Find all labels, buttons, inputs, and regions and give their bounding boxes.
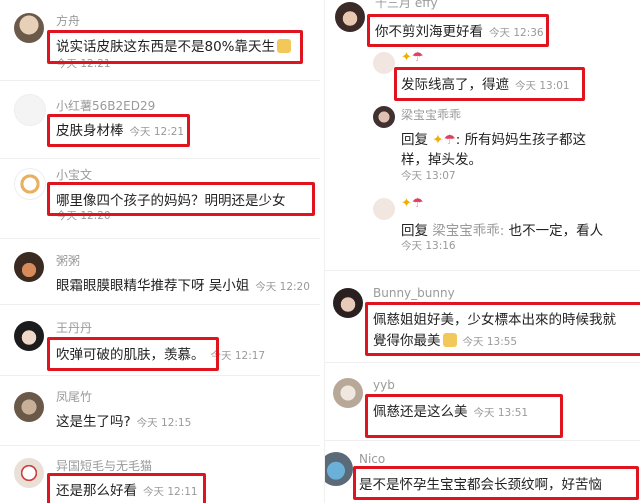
comment-time: 今天 12:20: [255, 281, 310, 293]
author-avatar[interactable]: [373, 198, 395, 220]
comment-author[interactable]: 小宝文: [56, 166, 92, 183]
avatar[interactable]: [14, 13, 44, 43]
divider: [0, 238, 320, 239]
comment-author[interactable]: 梁宝宝乖乖: [401, 106, 461, 123]
highlight-box: [353, 466, 639, 500]
comment-text: 回复 ✦☂: 所有妈妈生孩子都这: [401, 132, 587, 148]
reply-target[interactable]: 梁宝宝乖乖:: [432, 223, 504, 239]
avatar[interactable]: [14, 252, 44, 282]
comment-author[interactable]: 十三月 effy: [375, 0, 438, 11]
comment-text-cont: 样，掉头发。: [401, 152, 482, 168]
sparkle-rainbow-icon: ✦☂: [401, 50, 424, 65]
comment-author[interactable]: 方舟: [56, 12, 80, 29]
avatar[interactable]: [325, 452, 353, 486]
comment-time: 今天 13:07: [401, 170, 456, 182]
highlight-box: [47, 182, 315, 216]
avatar[interactable]: [14, 458, 44, 488]
sparkle-rainbow-icon: ✦☂: [401, 196, 424, 211]
highlight-box: [47, 30, 303, 64]
comment-author[interactable]: 王丹丹: [56, 319, 92, 336]
right-comment-list: 十三月 effy 你不剪刘海更好看 今天 12:36 ✦☂ 发际线高了，得遮 今天 …: [324, 0, 640, 503]
comment-author[interactable]: 粥粥: [56, 252, 80, 269]
comment-author[interactable]: Bunny_bunny: [373, 286, 455, 300]
comment-text: 眼霜眼膜眼精华推荐下呀 吴小姐 今天 12:20: [56, 278, 310, 294]
highlight-box: [47, 114, 190, 147]
divider: [0, 445, 320, 446]
avatar[interactable]: [333, 378, 363, 408]
comment-author[interactable]: yyb: [373, 378, 395, 392]
divider: [325, 270, 640, 271]
highlight-box: [47, 337, 219, 371]
highlight-box: [365, 394, 563, 438]
comment-author[interactable]: 小红薯56B2ED29: [56, 97, 155, 114]
avatar[interactable]: [14, 392, 44, 422]
comment-time: 今天 12:15: [136, 417, 192, 429]
avatar[interactable]: [14, 168, 46, 200]
divider: [0, 375, 320, 376]
avatar[interactable]: [333, 288, 363, 318]
comment-text: 回复 梁宝宝乖乖: 也不一定，看人: [401, 223, 604, 239]
comment-text: 这是生了吗? 今天 12:15: [56, 414, 192, 430]
divider: [0, 304, 320, 305]
divider: [325, 362, 640, 363]
left-comment-list: 方舟 说实话皮肤这东西是不是80%靠天生 今天 12:21 小红薯56B2ED2…: [0, 0, 320, 503]
avatar[interactable]: [14, 94, 46, 126]
highlight-box: [394, 67, 585, 101]
author-avatar[interactable]: [373, 52, 395, 74]
divider: [0, 158, 320, 159]
avatar[interactable]: [14, 321, 44, 351]
comment-time: 今天 13:16: [401, 240, 456, 252]
avatar[interactable]: [335, 2, 365, 32]
highlight-box: [367, 14, 549, 47]
avatar[interactable]: [373, 106, 395, 128]
comment-author[interactable]: 异国短毛与无毛猫: [56, 457, 152, 474]
divider: [325, 440, 640, 441]
comment-author[interactable]: Nico: [359, 452, 385, 466]
divider: [0, 80, 320, 81]
reply-label: 回复: [401, 223, 428, 239]
comment-author[interactable]: 凤尾竹: [56, 388, 92, 405]
reply-label: 回复: [401, 132, 428, 148]
highlight-box: [47, 473, 206, 503]
highlight-box: [365, 302, 640, 356]
